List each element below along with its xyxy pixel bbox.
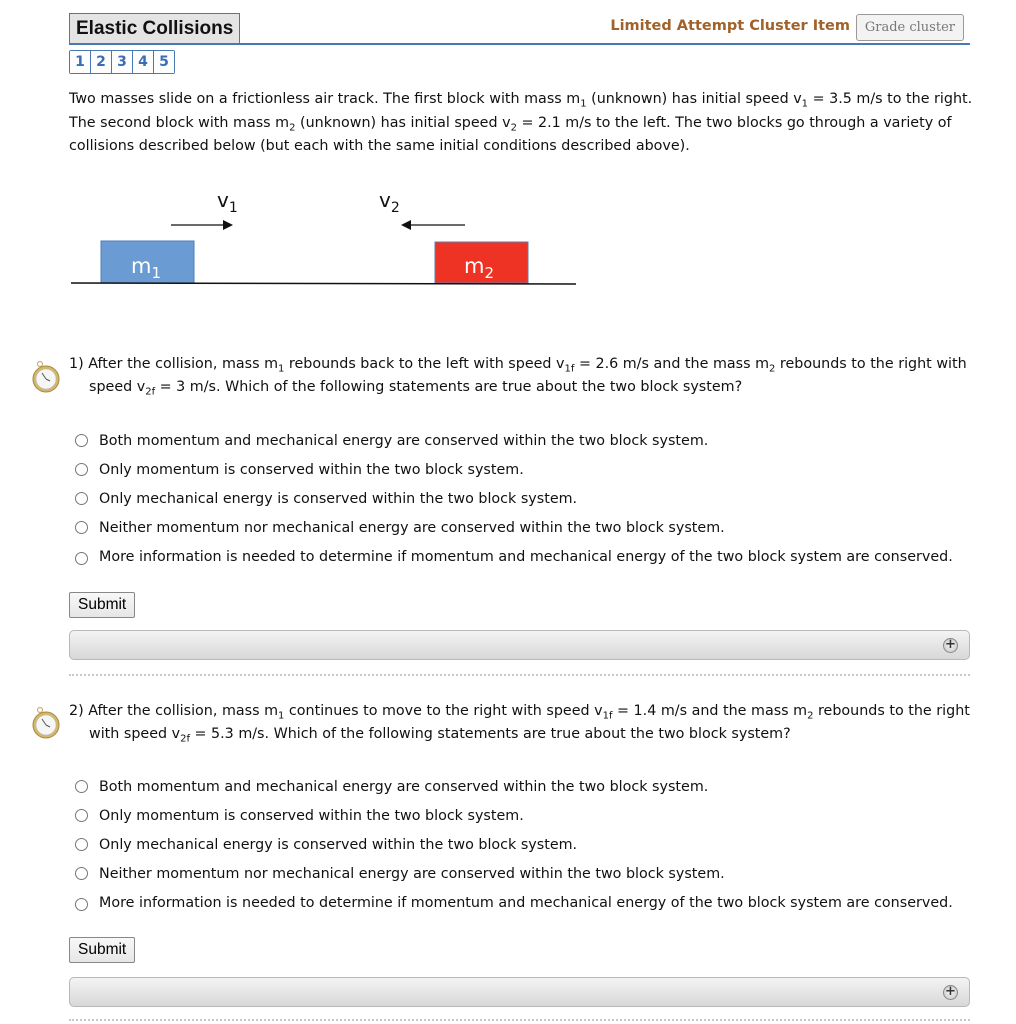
question-number: 2)	[69, 703, 84, 719]
radio-button[interactable]	[75, 809, 88, 822]
radio-button[interactable]	[75, 434, 88, 447]
question-text: = 5.3 m/s. Which of the following statem…	[189, 725, 791, 742]
radio-button[interactable]	[75, 521, 88, 534]
cluster-title: Elastic Collisions	[69, 13, 241, 43]
subscript: 2f	[145, 386, 156, 397]
grade-cluster-button[interactable]: Grade cluster	[855, 14, 964, 41]
subscript: 1f	[564, 363, 575, 375]
question-text: After the collision, mass m	[83, 703, 279, 719]
intro-text: Two masses slide on a frictionless air t…	[69, 91, 581, 107]
part-tab-3[interactable]: 3	[112, 51, 133, 73]
cluster-header: Elastic Collisions Limited Attempt Clust…	[69, 13, 970, 45]
question-1-text: 1) After the collision, mass m1 rebounds…	[69, 353, 974, 398]
plus-circle-icon[interactable]: +	[943, 985, 958, 1000]
part-tab-5[interactable]: 5	[154, 51, 174, 73]
submit-button[interactable]: Submit	[69, 937, 136, 963]
question-number: 1)	[69, 356, 84, 372]
submit-button[interactable]: Submit	[69, 592, 136, 618]
problem-statement: Two masses slide on a frictionless air t…	[69, 88, 974, 159]
question-2-text: 2) After the collision, mass m1 continue…	[69, 700, 974, 745]
option-both-conserved[interactable]: Both momentum and mechanical energy are …	[69, 427, 969, 456]
air-track	[70, 282, 577, 285]
option-label: Both momentum and mechanical energy are …	[99, 433, 709, 449]
v1-arrow-icon	[223, 220, 233, 230]
option-both-conserved[interactable]: Both momentum and mechanical energy are …	[69, 773, 969, 802]
part-tabs: 1 2 3 4 5	[69, 50, 175, 74]
option-neither-conserved[interactable]: Neither momentum nor mechanical energy a…	[69, 514, 969, 543]
header-divider	[69, 43, 970, 45]
intro-text: (unknown) has initial speed v	[586, 91, 802, 107]
question-2-options: Both momentum and mechanical energy are …	[69, 773, 969, 913]
radio-button[interactable]	[75, 780, 88, 793]
limited-attempt-label: Limited Attempt Cluster Item	[610, 18, 850, 34]
stopwatch-icon	[32, 706, 60, 739]
part-tab-2[interactable]: 2	[91, 51, 112, 73]
collision-diagram: v1 v2 m1 m2	[70, 188, 577, 285]
stopwatch-icon	[32, 360, 60, 393]
option-label: Only momentum is conserved within the tw…	[99, 808, 524, 824]
v1-label: v1	[217, 188, 238, 216]
option-label: Only momentum is conserved within the tw…	[99, 462, 524, 478]
v2-label: v2	[379, 188, 400, 216]
option-neither-conserved[interactable]: Neither momentum nor mechanical energy a…	[69, 860, 969, 889]
option-label: Only mechanical energy is conserved with…	[99, 491, 578, 507]
option-only-energy[interactable]: Only mechanical energy is conserved with…	[69, 485, 969, 514]
radio-button[interactable]	[75, 552, 88, 565]
option-more-info[interactable]: More information is needed to determine …	[69, 543, 969, 567]
section-divider	[69, 1019, 970, 1021]
radio-button[interactable]	[75, 463, 88, 476]
part-tab-4[interactable]: 4	[133, 51, 154, 73]
option-label: More information is needed to determine …	[99, 549, 953, 565]
section-divider	[69, 674, 970, 676]
v2-arrow-icon	[401, 220, 411, 230]
subscript: 2f	[180, 733, 190, 744]
radio-button[interactable]	[75, 492, 88, 505]
option-label: Both momentum and mechanical energy are …	[99, 779, 709, 795]
radio-button[interactable]	[75, 867, 88, 880]
option-more-info[interactable]: More information is needed to determine …	[69, 889, 969, 913]
question-text: rebounds back to the left with speed v	[284, 356, 565, 372]
question-1-options: Both momentum and mechanical energy are …	[69, 427, 969, 567]
option-label: Only mechanical energy is conserved with…	[99, 837, 578, 853]
part-tab-1[interactable]: 1	[70, 51, 91, 73]
option-label: More information is needed to determine …	[99, 895, 953, 911]
hints-panel-toggle[interactable]: +	[69, 977, 970, 1007]
option-only-momentum[interactable]: Only momentum is conserved within the tw…	[69, 802, 969, 831]
option-only-energy[interactable]: Only mechanical energy is conserved with…	[69, 831, 969, 860]
radio-button[interactable]	[75, 898, 88, 911]
radio-button[interactable]	[75, 838, 88, 851]
intro-text: (unknown) has initial speed v	[295, 114, 511, 131]
option-only-momentum[interactable]: Only momentum is conserved within the tw…	[69, 456, 969, 485]
question-text: = 1.4 m/s and the mass m	[612, 703, 808, 719]
option-label: Neither momentum nor mechanical energy a…	[99, 866, 725, 882]
question-text: = 3 m/s. Which of the following statemen…	[155, 378, 743, 395]
question-text: After the collision, mass m	[83, 356, 279, 372]
question-text: continues to move to the right with spee…	[284, 703, 603, 719]
question-text: = 2.6 m/s and the mass m	[574, 356, 769, 372]
option-label: Neither momentum nor mechanical energy a…	[99, 520, 725, 536]
plus-circle-icon[interactable]: +	[943, 638, 958, 653]
hints-panel-toggle[interactable]: +	[69, 630, 970, 660]
subscript: 1f	[602, 710, 613, 722]
